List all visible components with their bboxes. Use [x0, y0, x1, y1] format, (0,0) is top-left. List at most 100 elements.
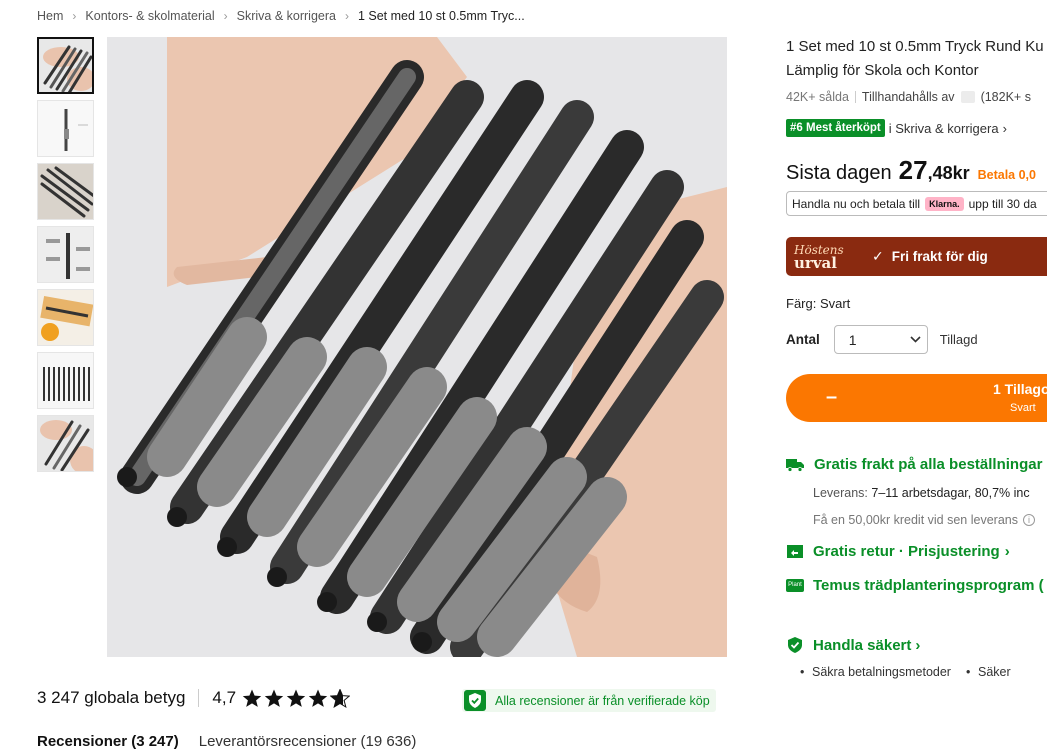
- free-shipping-heading[interactable]: Gratis frakt på alla beställningar: [786, 456, 1042, 473]
- thumbnail-2[interactable]: [37, 100, 94, 157]
- plant-icon: Plant: [786, 579, 804, 592]
- supplier-label[interactable]: Tillhandahålls av: [862, 90, 955, 104]
- truck-icon: [786, 458, 804, 472]
- thumbnail-3[interactable]: [37, 163, 94, 220]
- sold-count: 42K+ sålda: [786, 90, 849, 104]
- star-icon: [242, 689, 262, 707]
- thumbnail-list: [37, 37, 95, 478]
- bullet-secure: Säker: [966, 665, 1011, 679]
- chevron-right-icon: ›: [1002, 120, 1007, 136]
- chevron-right-icon: ›: [1004, 543, 1010, 560]
- product-title-line-2: Lämplig för Skola och Kontor: [786, 62, 979, 79]
- price-integer: 27: [898, 155, 928, 185]
- color-selection: Färg: Svart: [786, 296, 851, 311]
- thumbnail-pens-row: [38, 353, 93, 408]
- shop-safely-row[interactable]: Handla säkert ›: [786, 636, 920, 654]
- price-row: Sista dagen 27 ,48kr Betala 0,0: [786, 155, 1036, 186]
- thumbnail-pen-orange: [38, 290, 93, 345]
- info-icon[interactable]: i: [1022, 514, 1035, 526]
- tree-planting-label: Temus trädplanteringsprogram (: [813, 577, 1044, 594]
- delivery-label: Leverans:: [813, 486, 868, 500]
- free-shipping-offer: ✓ Fri frakt för dig: [872, 248, 988, 265]
- product-title: 1 Set med 10 st 0.5mm Tryck Rund Ku Lämp…: [786, 35, 1047, 83]
- check-icon: ✓: [872, 248, 884, 264]
- divider: [854, 91, 856, 103]
- thumbnail-6[interactable]: [37, 352, 94, 409]
- star-icon: [308, 689, 328, 707]
- free-shipping-label: Fri frakt för dig: [891, 249, 988, 264]
- quantity-added-label: Tillagd: [939, 332, 978, 347]
- delivery-info: Leverans: 7–11 arbetsdagar, 80,7% inc: [813, 486, 1030, 500]
- credit-text: Få en 50,00kr kredit vid sen leverans: [813, 513, 1018, 527]
- star-half-icon: [330, 688, 351, 708]
- thumbnail-4[interactable]: [37, 226, 94, 283]
- product-title-line-1: 1 Set med 10 st 0.5mm Tryck Rund Ku: [786, 38, 1044, 55]
- quantity-value: 1: [848, 331, 857, 348]
- harvest-logo-word: urval: [794, 253, 837, 272]
- quantity-label: Antal: [786, 332, 820, 347]
- divider: [198, 689, 200, 707]
- star-icon: [264, 689, 284, 707]
- late-delivery-credit: Få en 50,00kr kredit vid sen leverans i: [813, 513, 1035, 527]
- rank-category-link[interactable]: i Skriva & korrigera: [889, 121, 999, 136]
- free-shipping-title: Gratis frakt på alla beställningar: [814, 456, 1043, 473]
- breadcrumb-home[interactable]: Hem: [37, 9, 63, 23]
- bullet-secure-payment: Säkra betalningsmetoder: [800, 665, 951, 679]
- minus-icon[interactable]: –: [826, 387, 842, 407]
- harvest-logo: Höstens urval: [794, 243, 856, 272]
- star-icon: [286, 689, 306, 707]
- chevron-right-icon: ›: [915, 636, 921, 654]
- price-label: Sista dagen: [786, 162, 892, 184]
- security-bullets: Säkra betalningsmetoder Säker: [800, 665, 1038, 679]
- star-rating: [242, 688, 352, 708]
- thumbnail-7[interactable]: [37, 415, 94, 472]
- verified-reviews-badge: Alla recensioner är från verifierade köp: [462, 689, 716, 712]
- review-tabs: Recensioner (3 247) Leverantörsrecension…: [37, 733, 436, 750]
- cart-button-variant: Svart: [1010, 402, 1036, 414]
- tab-reviews[interactable]: Recensioner (3 247): [37, 733, 179, 750]
- price-decimal: ,48kr: [927, 163, 970, 183]
- shield-check-icon: [788, 637, 802, 653]
- verified-text: Alla recensioner är från verifierade köp: [495, 693, 710, 708]
- breadcrumb-office-school[interactable]: Kontors- & skolmaterial: [85, 9, 214, 23]
- quantity-select[interactable]: 1: [833, 325, 928, 354]
- chevron-down-icon: [910, 336, 921, 343]
- rating-score: 4,7: [212, 688, 237, 707]
- thumbnail-pens-hands: [39, 39, 92, 92]
- thumbnail-pens-tray: [38, 164, 93, 219]
- tree-planting-row[interactable]: Plant Temus trädplanteringsprogram (: [786, 577, 1044, 594]
- main-product-image[interactable]: [107, 37, 727, 657]
- thumbnail-pen-diagram: [38, 227, 93, 282]
- klarna-text-before: Handla nu och betala till: [792, 196, 921, 211]
- sales-supplier-row: 42K+ sålda Tillhandahålls av (182K+ s: [786, 90, 1031, 104]
- pens-in-hands-illustration: [107, 37, 727, 657]
- free-return-row[interactable]: Gratis retur · Prisjustering ›: [786, 543, 1010, 560]
- thumbnail-1[interactable]: [37, 37, 94, 94]
- rank-badge: #6 Mest återköpt: [786, 119, 885, 137]
- klarna-logo-icon: Klarna.: [925, 196, 964, 211]
- return-box-icon: [787, 544, 803, 558]
- chevron-right-icon: ›: [72, 9, 77, 23]
- verified-shield-icon: [464, 690, 486, 711]
- klarna-text-after: upp till 30 da: [968, 196, 1037, 211]
- global-rating-count: 3 247 globala betyg: [37, 688, 186, 707]
- price-installment: Betala 0,0: [977, 168, 1036, 182]
- klarna-banner[interactable]: Handla nu och betala till Klarna. upp ti…: [786, 191, 1047, 216]
- product-info-panel: 1 Set med 10 st 0.5mm Tryck Rund Ku Lämp…: [786, 0, 1047, 753]
- cart-button-label: 1 Tillago: [993, 381, 1047, 397]
- breadcrumb: Hem › Kontors- & skolmaterial › Skriva &…: [37, 9, 525, 23]
- quantity-row: Antal 1 Tillagd: [786, 325, 978, 354]
- chevron-right-icon: ›: [223, 9, 228, 23]
- shop-safely-label: Handla säkert: [813, 636, 912, 654]
- delivery-value: 7–11 arbetsdagar, 80,7% inc: [871, 486, 1030, 500]
- thumbnail-single-pen: [38, 101, 93, 156]
- add-to-cart-button[interactable]: – 1 Tillago Svart: [786, 374, 1047, 422]
- free-return-label: Gratis retur · Prisjustering: [813, 543, 1000, 560]
- supplier-rating-count: (182K+ s: [980, 90, 1031, 104]
- tab-supplier-reviews[interactable]: Leverantörsrecensioner (19 636): [199, 733, 417, 750]
- rank-row[interactable]: #6 Mest återköpt i Skriva & korrigera ›: [786, 119, 1007, 137]
- breadcrumb-current: 1 Set med 10 st 0.5mm Tryc...: [357, 9, 525, 23]
- breadcrumb-write-correct[interactable]: Skriva & korrigera: [237, 9, 336, 23]
- harvest-banner[interactable]: Höstens urval ✓ Fri frakt för dig: [786, 237, 1047, 276]
- thumbnail-5[interactable]: [37, 289, 94, 346]
